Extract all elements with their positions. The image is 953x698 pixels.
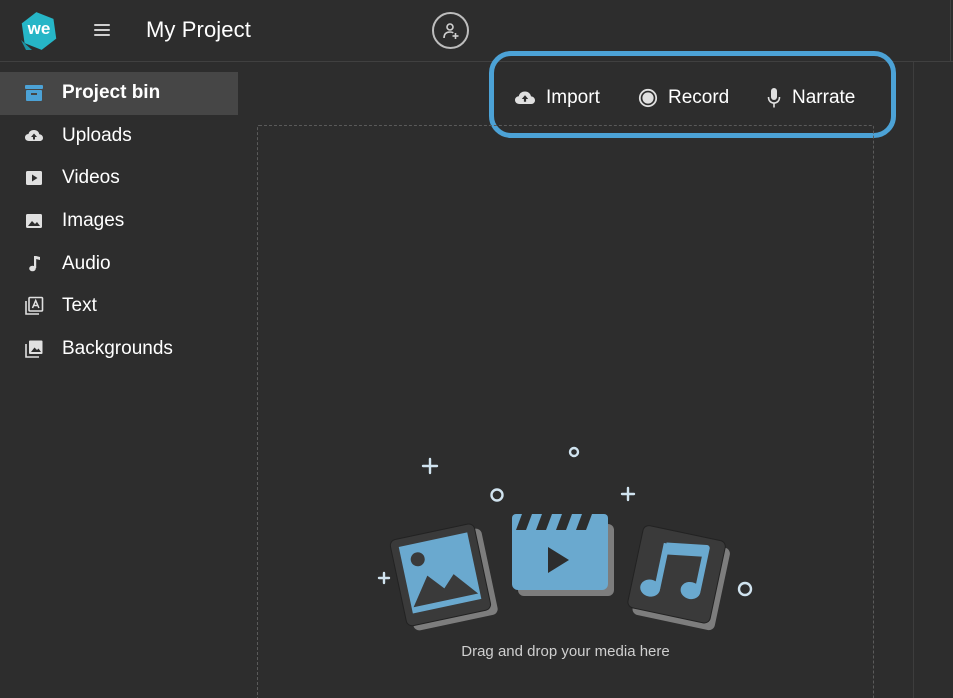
narrate-button[interactable]: Narrate	[766, 85, 855, 111]
invite-user-button[interactable]	[432, 12, 469, 49]
menu-icon[interactable]	[94, 22, 110, 38]
project-title[interactable]: My Project	[146, 17, 251, 43]
music-card-icon	[627, 525, 730, 631]
clapperboard-icon	[512, 514, 614, 596]
drop-hint: Drag and drop your media here	[461, 643, 670, 660]
backgrounds-icon	[24, 339, 44, 359]
text-box-icon	[24, 296, 44, 316]
sidebar-item-label: Audio	[62, 252, 111, 274]
panel-divider	[913, 62, 914, 698]
sidebar-item-label: Text	[62, 295, 97, 317]
play-box-icon	[24, 168, 44, 188]
record-icon	[638, 88, 658, 108]
sidebar-item-project-bin[interactable]: Project bin	[0, 72, 238, 115]
logo-text: we	[27, 19, 51, 38]
divider	[950, 0, 951, 62]
photo-card-icon	[389, 523, 498, 631]
sidebar-item-uploads[interactable]: Uploads	[0, 115, 238, 158]
microphone-icon	[767, 88, 781, 108]
sidebar-item-label: Project bin	[62, 82, 161, 104]
music-note-icon	[24, 254, 44, 274]
cloud-upload-icon	[515, 91, 535, 104]
cloud-upload-icon	[24, 126, 44, 146]
sidebar-item-label: Uploads	[62, 124, 132, 146]
media-illustration	[377, 446, 753, 631]
sidebar-item-text[interactable]: Text	[0, 285, 238, 328]
sidebar-item-label: Images	[62, 210, 125, 232]
sidebar-item-audio[interactable]: Audio	[0, 242, 238, 285]
add-user-icon	[442, 22, 458, 39]
image-icon	[24, 211, 44, 231]
app-window: we My Project Project bin Uploads Videos…	[0, 0, 953, 698]
app-logo[interactable]: we	[18, 10, 60, 52]
record-label: Record	[668, 87, 730, 108]
sidebar-item-backgrounds[interactable]: Backgrounds	[0, 328, 238, 371]
sidebar: Project bin Uploads Videos Images Audio …	[0, 72, 238, 370]
archive-icon	[24, 83, 44, 103]
narrate-label: Narrate	[792, 87, 856, 108]
sidebar-item-videos[interactable]: Videos	[0, 157, 238, 200]
import-button[interactable]: Import	[514, 85, 600, 111]
sidebar-item-label: Backgrounds	[62, 337, 173, 359]
sidebar-item-label: Videos	[62, 167, 120, 189]
import-label: Import	[546, 87, 600, 108]
sidebar-item-images[interactable]: Images	[0, 200, 238, 243]
record-button[interactable]: Record	[638, 85, 729, 111]
